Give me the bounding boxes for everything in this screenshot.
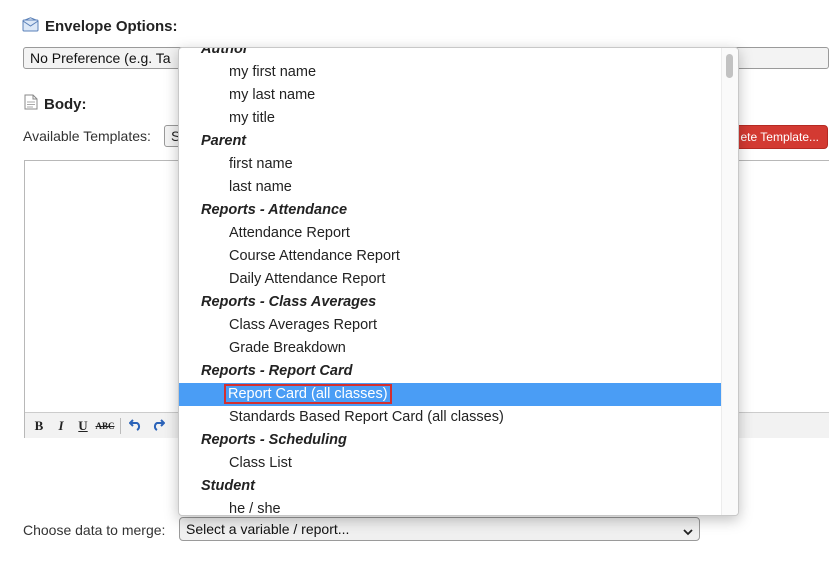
toolbar-divider [120, 417, 121, 434]
body-title: Body: [24, 94, 87, 114]
dropdown-row-label: Standards Based Report Card (all classes… [229, 409, 504, 425]
dropdown-option[interactable]: he / she [179, 498, 724, 516]
dropdown-row-label: Student [201, 478, 255, 494]
dropdown-row-label: my title [229, 110, 275, 126]
dropdown-row-label: Reports - Report Card [201, 363, 353, 379]
strikethrough-button[interactable]: ABC [94, 415, 116, 437]
dropdown-row-label: my first name [229, 64, 317, 80]
italic-button[interactable]: I [50, 415, 72, 437]
underline-button[interactable]: U [72, 415, 94, 437]
dropdown-row-label: Report Card (all classes) [224, 384, 392, 404]
dropdown-row-label: Class Averages Report [229, 317, 378, 333]
chevron-down-icon [683, 524, 693, 536]
dropdown-group-header: Reports - Scheduling [179, 429, 724, 452]
merge-select-value: Select a variable / report... [186, 521, 350, 537]
dropdown-row-label: Reports - Attendance [201, 202, 348, 218]
dropdown-option[interactable]: Class Averages Report [179, 314, 724, 337]
envelope-options-title: Envelope Options: [22, 17, 178, 36]
dropdown-row-label: first name [229, 156, 293, 172]
dropdown-option[interactable]: my title [179, 107, 724, 130]
strikethrough-label: ABC [95, 420, 115, 431]
dropdown-option[interactable]: Daily Attendance Report [179, 268, 724, 291]
dropdown-row-label: last name [229, 179, 292, 195]
merge-select[interactable]: Select a variable / report... [179, 517, 700, 541]
delete-template-button[interactable]: ete Template... [724, 125, 828, 149]
italic-label: I [58, 417, 64, 433]
dropdown-group-header: Reports - Class Averages [179, 291, 724, 314]
dropdown-row-label: Attendance Report [229, 225, 350, 241]
bold-label: B [34, 417, 44, 433]
dropdown-option[interactable]: Standards Based Report Card (all classes… [179, 406, 724, 429]
dropdown-row-label: my last name [229, 87, 316, 103]
redo-icon [151, 417, 166, 434]
dropdown-row-label: Author [201, 47, 249, 57]
merge-label: Choose data to merge: [23, 522, 166, 538]
dropdown-group-header: Author [179, 47, 724, 61]
dropdown-group-header: Reports - Report Card [179, 360, 724, 383]
dropdown-group-header: Reports - Attendance [179, 199, 724, 222]
scrollbar-thumb[interactable] [726, 54, 733, 78]
envelope-options-label: Envelope Options: [45, 18, 178, 35]
underline-label: U [78, 417, 88, 433]
dropdown-group-header: Student [179, 475, 724, 498]
dropdown-option[interactable]: my first name [179, 61, 724, 84]
document-icon [24, 94, 38, 114]
dropdown-option[interactable]: last name [179, 176, 724, 199]
dropdown-row-label: Class List [229, 455, 292, 471]
dropdown-scrollbar[interactable] [721, 48, 738, 515]
undo-button[interactable] [125, 415, 147, 437]
merge-dropdown-list[interactable]: Author my first name my last name my title P… [178, 47, 739, 516]
dropdown-option[interactable]: Grade Breakdown [179, 337, 724, 360]
dropdown-row-label: Parent [201, 133, 247, 149]
dropdown-option[interactable]: first name [179, 153, 724, 176]
dropdown-row-label: Grade Breakdown [229, 340, 346, 356]
available-templates-label: Available Templates: [23, 128, 151, 144]
dropdown-option[interactable]: Class List [179, 452, 724, 475]
dropdown-option[interactable]: Report Card (all classes) [179, 383, 724, 406]
dropdown-row-label: Reports - Scheduling [201, 432, 347, 448]
dropdown-option[interactable]: Attendance Report [179, 222, 724, 245]
envelope-select-value: No Preference (e.g. Ta [30, 50, 171, 66]
dropdown-option[interactable]: Course Attendance Report [179, 245, 724, 268]
dropdown-group-header: Parent [179, 130, 724, 153]
dropdown-option[interactable]: my last name [179, 84, 724, 107]
dropdown-row-label: Course Attendance Report [229, 248, 400, 264]
body-label: Body: [44, 95, 87, 113]
bold-button[interactable]: B [28, 415, 50, 437]
dropdown-row-label: Reports - Class Averages [201, 294, 377, 310]
redo-button[interactable] [147, 415, 169, 437]
dropdown-options: Author my first name my last name my title P… [179, 47, 724, 516]
envelope-icon [22, 17, 39, 36]
undo-icon [128, 417, 143, 434]
dropdown-row-label: Daily Attendance Report [229, 271, 386, 287]
dropdown-row-label: he / she [229, 501, 281, 516]
